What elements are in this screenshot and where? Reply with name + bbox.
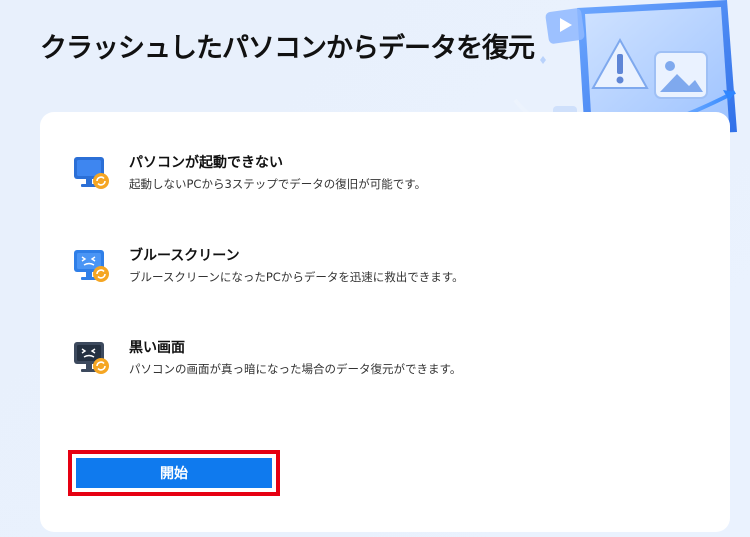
start-button[interactable]: 開始: [76, 458, 272, 488]
pc-not-booting-icon: [74, 157, 109, 189]
option-description: 起動しないPCから3ステップでデータの復旧が可能です。: [129, 177, 427, 191]
option-title: パソコンが起動できない: [129, 155, 283, 171]
page-title: クラッシュしたパソコンからデータを復元: [40, 33, 535, 64]
option-pc-not-booting[interactable]: パソコンが起動できない 起動しないPCから3ステップでデータの復旧が可能です。: [72, 152, 672, 200]
option-black-screen[interactable]: 黒い画面 パソコンの画面が真っ暗になった場合のデータ復元ができます。: [72, 337, 672, 385]
blue-screen-icon: [74, 250, 109, 282]
option-title: ブルースクリーン: [129, 248, 240, 264]
option-description: ブルースクリーンになったPCからデータを迅速に救出できます。: [129, 270, 464, 284]
option-blue-screen[interactable]: ブルースクリーン ブルースクリーンになったPCからデータを迅速に救出できます。: [72, 245, 672, 293]
recovery-options-panel: パソコンが起動できない 起動しないPCから3ステップでデータの復旧が可能です。 …: [40, 112, 730, 532]
start-button-highlight: 開始: [68, 450, 280, 496]
option-title: 黒い画面: [129, 340, 185, 356]
black-screen-icon: [74, 342, 109, 374]
option-description: パソコンの画面が真っ暗になった場合のデータ復元ができます。: [129, 362, 462, 376]
